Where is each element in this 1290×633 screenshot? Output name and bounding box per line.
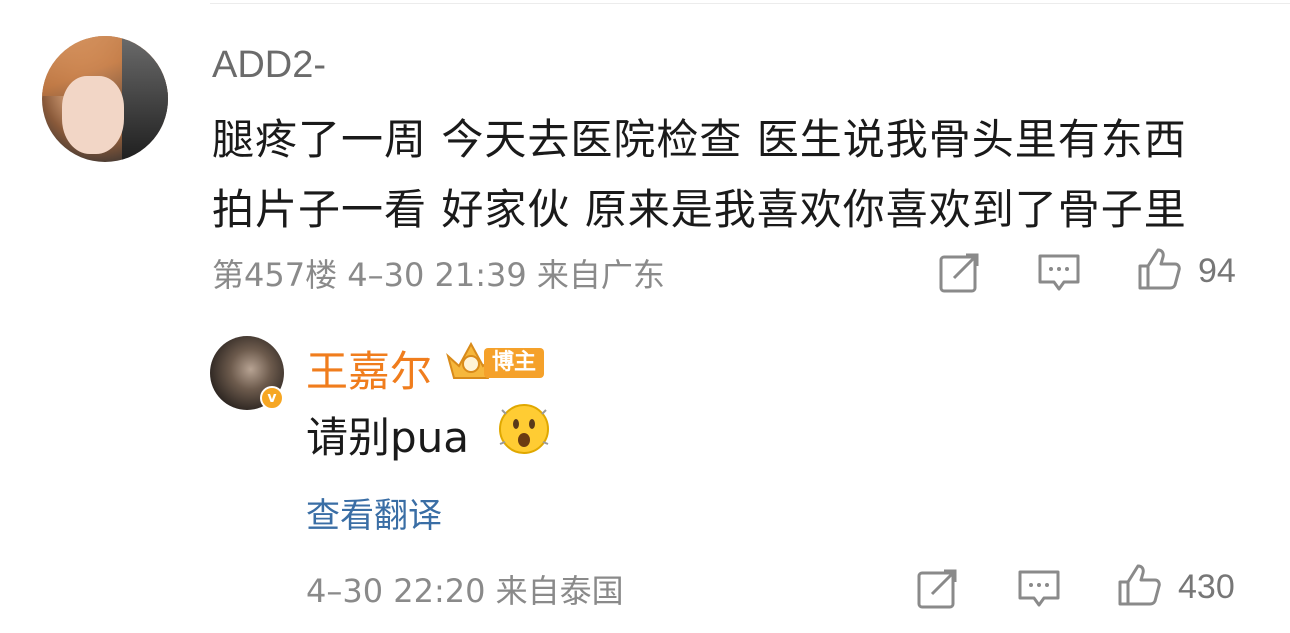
comment-text-line-2: 拍片子一看 好家伙 原来是我喜欢你喜欢到了骨子里 <box>212 185 1187 234</box>
reply-like-count: 430 <box>1178 568 1235 606</box>
commenter-username[interactable]: ADD2- <box>212 44 326 87</box>
reply-meta: 4–30 22:20 来自泰国 <box>306 572 624 610</box>
top-divider <box>210 3 1290 4</box>
surprised-emoji-icon <box>499 404 549 454</box>
reply-text: 请别pua <box>306 413 470 462</box>
commenter-avatar[interactable] <box>42 36 168 162</box>
share-icon[interactable] <box>936 250 982 296</box>
translate-link[interactable]: 查看翻译 <box>306 488 442 537</box>
share-icon[interactable] <box>914 566 960 612</box>
reply-username[interactable]: 王嘉尔 <box>306 338 432 399</box>
comment-icon[interactable] <box>1036 250 1082 296</box>
reply-avatar[interactable]: v <box>210 336 284 410</box>
comment-meta: 第457楼 4–30 21:39 来自广东 <box>212 256 665 294</box>
comment-text-line-1: 腿疼了一周 今天去医院检查 医生说我骨头里有东西 <box>212 115 1187 164</box>
blogger-badge: 博主 <box>484 348 545 378</box>
like-count: 94 <box>1198 252 1236 290</box>
like-icon[interactable] <box>1136 246 1182 292</box>
verified-badge-icon: v <box>260 386 284 410</box>
comment-icon[interactable] <box>1016 566 1062 612</box>
like-icon[interactable] <box>1116 562 1162 608</box>
